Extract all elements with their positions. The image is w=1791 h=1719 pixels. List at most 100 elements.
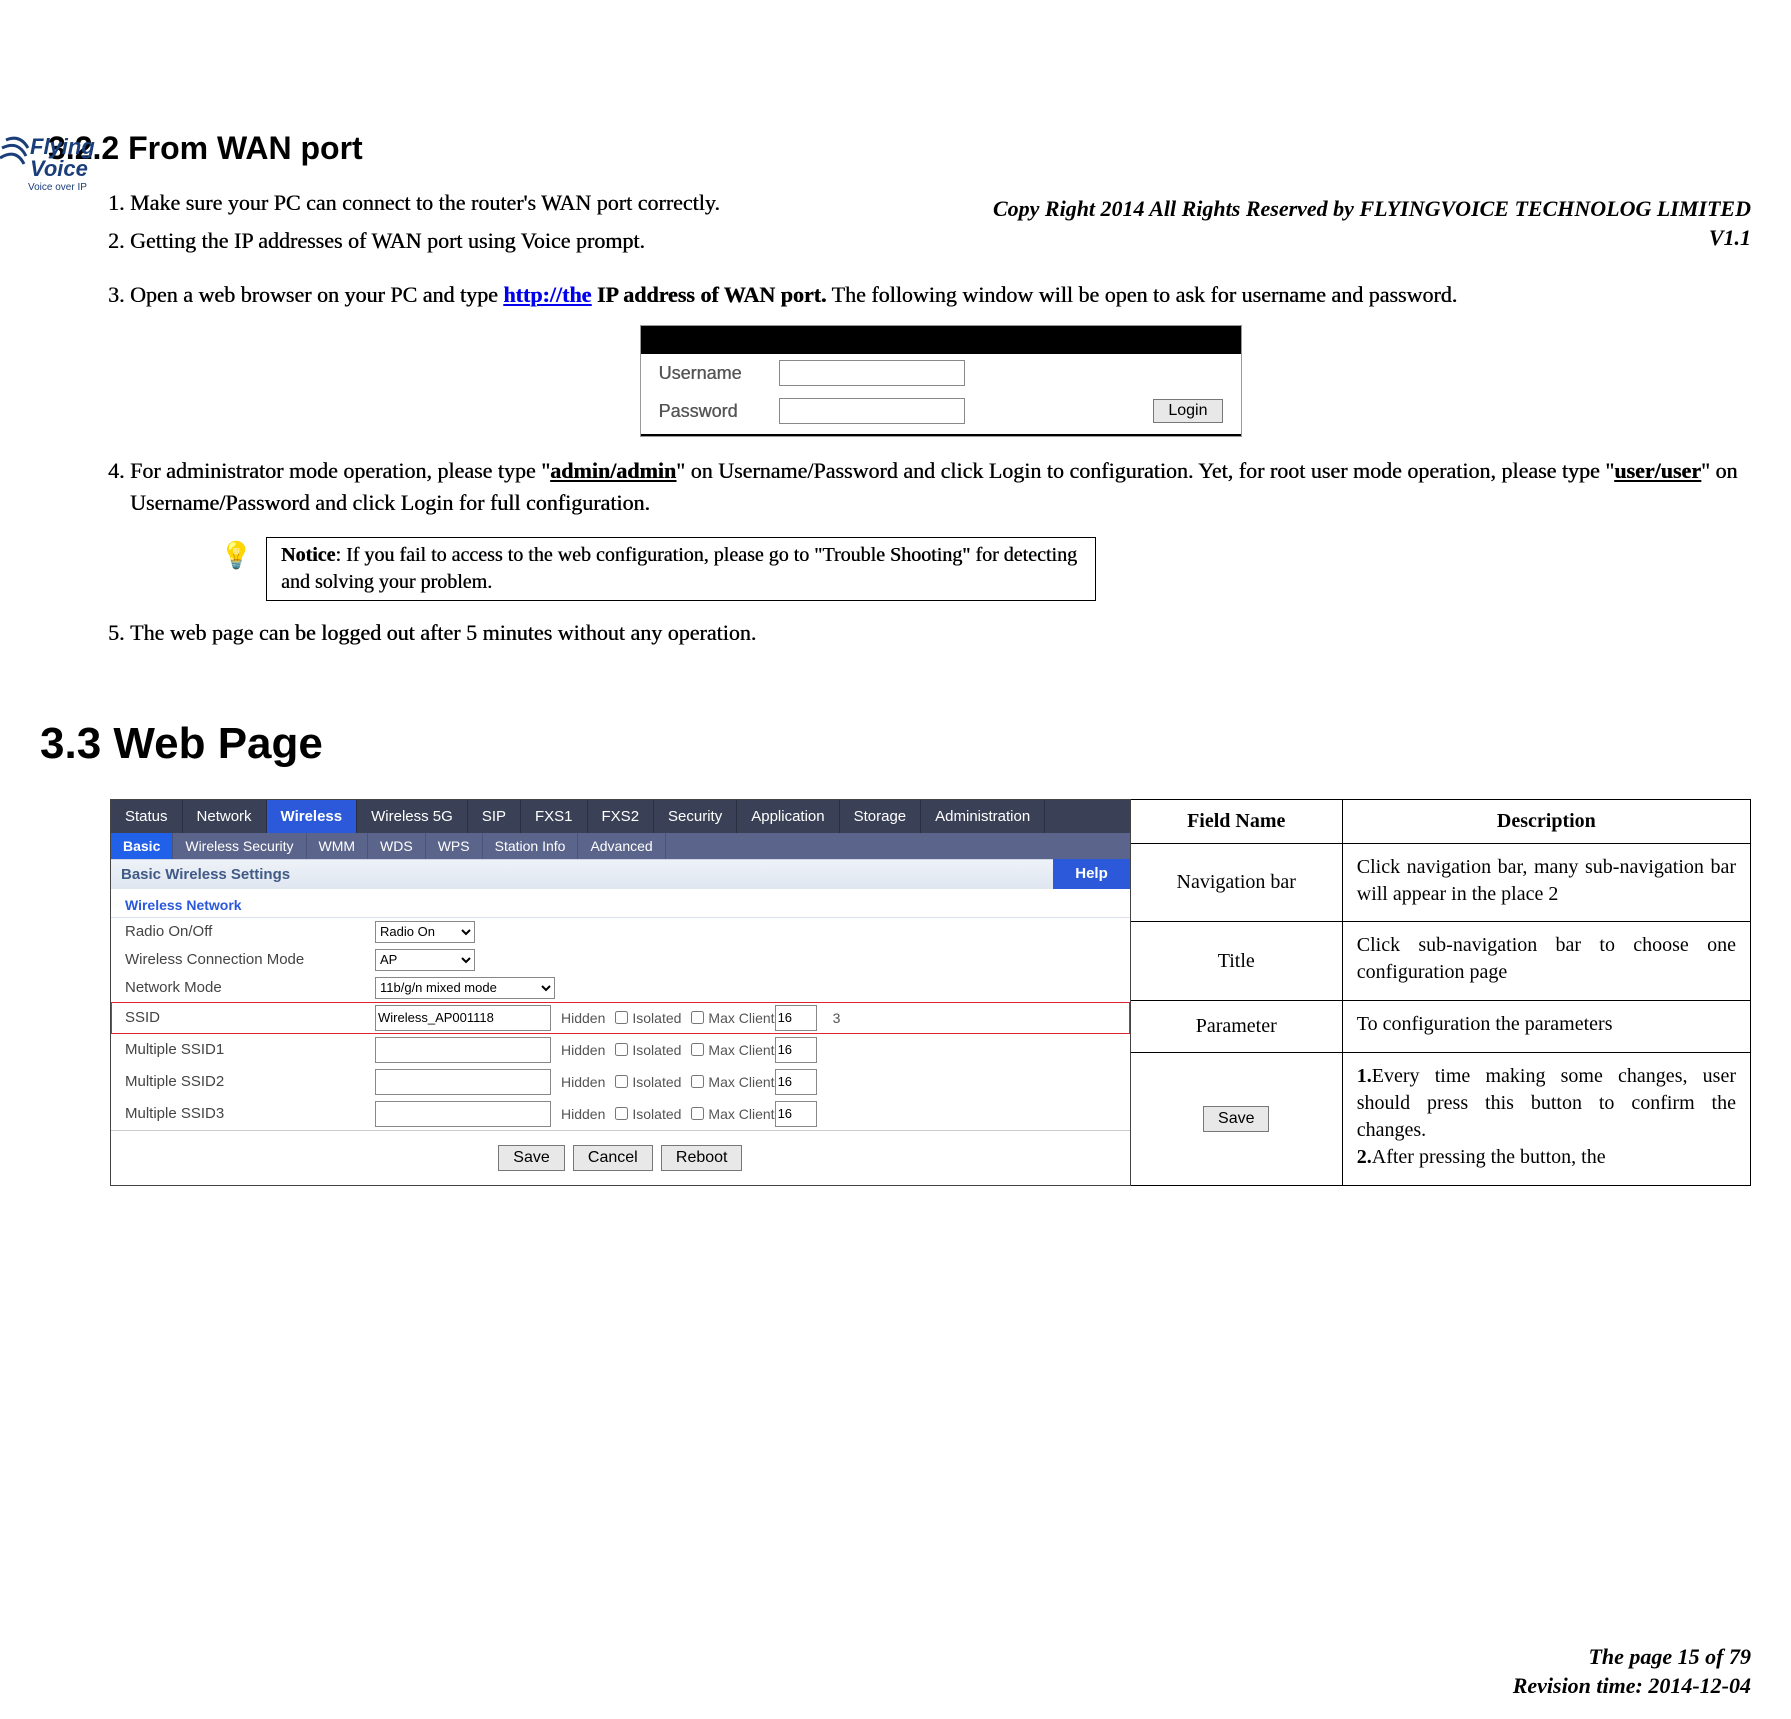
td-title-desc: Click sub-navigation bar to choose one c… [1343,922,1750,1000]
subtab-wireless-security[interactable]: Wireless Security [173,833,306,859]
section-head-wireless-network: Wireless Network [111,889,1130,918]
save-desc-2b: 2. [1357,1146,1372,1168]
subtab-wds[interactable]: WDS [368,833,426,859]
opt-hidden1: Hidden [561,1042,605,1058]
tab-wireless5g[interactable]: Wireless 5G [357,800,468,833]
login-button[interactable]: Login [1153,399,1222,423]
step-3-pre: Open a web browser on your PC and type [130,282,503,307]
footer-page: The page 15 of 79 [1513,1642,1751,1672]
subtab-advanced[interactable]: Advanced [578,833,665,859]
step-5: The web page can be logged out after 5 m… [130,617,1751,649]
td-param-name: Parameter [1131,1001,1343,1052]
save-desc-2: After pressing the button, the [1372,1146,1606,1168]
heading-33: 3.3 Web Page [40,719,1751,769]
step-4-pre: For administrator mode operation, please… [130,458,550,483]
opt-isolated-label: Isolated [632,1010,681,1026]
input-mssid1[interactable] [375,1037,551,1063]
opt-maxclient3: Max Client [708,1106,774,1122]
checkbox-hidden3[interactable] [615,1107,628,1120]
step-3: Open a web browser on your PC and type h… [130,279,1751,437]
opt-hidden3: Hidden [561,1106,605,1122]
opt-extra: 3 [833,1010,841,1026]
td-title-name: Title [1131,922,1343,1000]
step-4-b1: admin/admin [550,458,676,483]
flyingvoice-logo: Flying Voice Voice over IP [0,130,140,210]
tab-application[interactable]: Application [737,800,839,833]
label-mssid3: Multiple SSID3 [125,1105,375,1122]
login-titlebar [641,326,1241,354]
input-maxclient2[interactable] [775,1069,817,1095]
opt-isolated3: Isolated [632,1106,681,1122]
tab-sip[interactable]: SIP [468,800,521,833]
opt-maxclient1: Max Client [708,1042,774,1058]
username-input[interactable] [779,360,965,386]
label-ssid: SSID [125,1009,375,1026]
tab-administration[interactable]: Administration [921,800,1045,833]
input-maxclient1[interactable] [775,1037,817,1063]
notice-text: : If you fail to access to the web confi… [281,544,1077,593]
input-maxclient[interactable] [775,1005,817,1031]
select-radio[interactable]: Radio On [375,921,475,943]
help-tab[interactable]: Help [1053,859,1130,889]
label-netmode: Network Mode [125,979,375,996]
checkbox-hidden1[interactable] [615,1043,628,1056]
subtab-wmm[interactable]: WMM [307,833,369,859]
tab-fxs1[interactable]: FXS1 [521,800,588,833]
panel-title: Basic Wireless Settings [111,859,1053,889]
td-save-desc: 1.Every time making some changes, user s… [1343,1053,1750,1185]
input-ssid[interactable] [375,1005,551,1031]
select-connmode[interactable]: AP [375,949,475,971]
logo-mid: Voice [30,156,88,181]
tab-wireless[interactable]: Wireless [267,800,358,833]
subtab-basic[interactable]: Basic [111,833,173,859]
step-4-mid: " on Username/Password and click Login t… [676,458,1614,483]
router-reboot-button[interactable]: Reboot [661,1145,743,1171]
tab-status[interactable]: Status [111,800,183,833]
input-maxclient3[interactable] [775,1101,817,1127]
router-save-button[interactable]: Save [498,1145,564,1171]
label-connmode: Wireless Connection Mode [125,951,375,968]
tab-network[interactable]: Network [183,800,267,833]
opt-isolated1: Isolated [632,1042,681,1058]
checkbox-hidden2[interactable] [615,1075,628,1088]
wan-url-link[interactable]: http://the [503,282,591,307]
subtab-wps[interactable]: WPS [426,833,483,859]
checkbox-isolated3[interactable] [691,1107,704,1120]
router-cancel-button[interactable]: Cancel [573,1145,653,1171]
label-mssid1: Multiple SSID1 [125,1041,375,1058]
input-mssid2[interactable] [375,1069,551,1095]
login-box: Username Password Login [640,325,1242,437]
field-description-table: Field Name Description Navigation bar Cl… [1131,799,1751,1186]
step-4: For administrator mode operation, please… [130,455,1751,601]
password-input[interactable] [779,398,965,424]
desc-save-button[interactable]: Save [1203,1106,1269,1132]
nav-bar-main: Status Network Wireless Wireless 5G SIP … [111,800,1130,833]
tab-storage[interactable]: Storage [840,800,922,833]
th-description: Description [1343,800,1750,843]
subtab-station-info[interactable]: Station Info [483,833,579,859]
checkbox-hidden[interactable] [615,1011,628,1024]
save-desc-1b: 1. [1357,1065,1372,1087]
opt-hidden-label: Hidden [561,1010,605,1026]
input-mssid3[interactable] [375,1101,551,1127]
opt-maxclient-label: Max Client [708,1010,774,1026]
opt-isolated2: Isolated [632,1074,681,1090]
checkbox-isolated1[interactable] [691,1043,704,1056]
step-3-post: The following window will be open to ask… [826,282,1457,307]
label-mssid2: Multiple SSID2 [125,1073,375,1090]
td-save-name: Save [1131,1053,1343,1185]
tab-fxs2[interactable]: FXS2 [588,800,655,833]
opt-maxclient2: Max Client [708,1074,774,1090]
opt-hidden2: Hidden [561,1074,605,1090]
checkbox-isolated2[interactable] [691,1075,704,1088]
tab-security[interactable]: Security [654,800,737,833]
logo-bottom: Voice over IP [28,182,87,193]
version-text: V1.1 [993,224,1751,253]
select-netmode[interactable]: 11b/g/n mixed mode [375,977,555,999]
step-4-b2: user/user [1614,458,1701,483]
copyright-text: Copy Right 2014 All Rights Reserved by F… [993,195,1751,224]
notice-label: Notice [281,544,335,566]
heading-322: 3.2.2 From WAN port [48,130,1751,167]
router-ui-screenshot: Status Network Wireless Wireless 5G SIP … [110,799,1131,1186]
checkbox-isolated[interactable] [691,1011,704,1024]
